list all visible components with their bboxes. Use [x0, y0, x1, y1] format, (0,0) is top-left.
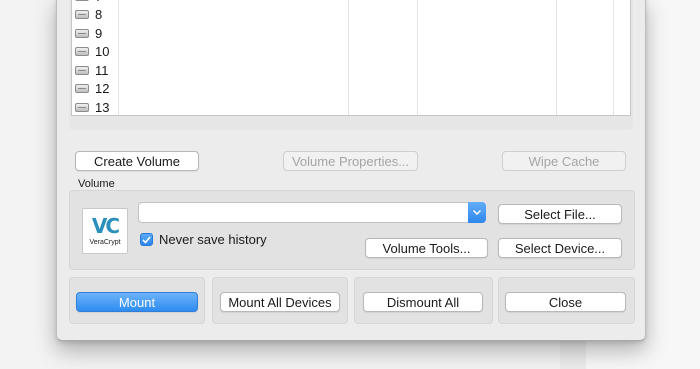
drive-icon: [75, 65, 89, 75]
column-separator: [118, 0, 119, 115]
chevron-down-icon[interactable]: [468, 202, 486, 223]
volume-list[interactable]: 7 8 9 10 11 12 13: [71, 0, 631, 116]
veracrypt-logo: VC VeraCrypt: [82, 208, 128, 254]
drive-letter-label: 12: [95, 81, 110, 97]
create-volume-button[interactable]: Create Volume: [75, 151, 199, 171]
drive-icon: [75, 102, 89, 112]
never-save-history-checkbox[interactable]: [140, 233, 153, 246]
volume-list-row[interactable]: 9: [72, 24, 102, 43]
drive-icon: [75, 84, 89, 94]
drive-letter-label: 10: [95, 44, 110, 60]
drive-letter-label: 13: [95, 99, 110, 115]
drive-icon: [75, 28, 89, 38]
column-separator: [417, 0, 418, 115]
never-save-history-checkbox-row[interactable]: Never save history: [140, 232, 267, 247]
volume-list-row[interactable]: 8: [72, 6, 102, 25]
select-device-button[interactable]: Select Device...: [498, 238, 622, 258]
drive-letter-label: 8: [95, 7, 103, 23]
drive-icon: [75, 0, 89, 1]
wipe-cache-button[interactable]: Wipe Cache: [502, 151, 626, 171]
volume-list-row[interactable]: 12: [72, 80, 109, 99]
volume-list-row[interactable]: 11: [72, 61, 109, 80]
veracrypt-logo-mark-icon: VC: [91, 214, 120, 238]
drive-letter-label: 7: [95, 0, 102, 4]
drive-icon: [75, 10, 89, 20]
never-save-history-label: Never save history: [159, 232, 267, 247]
checkmark-icon: [142, 235, 151, 244]
veracrypt-main-window: 7 8 9 10 11 12 13 Create Volume Volume Propert…: [56, 0, 646, 341]
veracrypt-logo-text: VeraCrypt: [89, 239, 121, 246]
select-file-button[interactable]: Select File...: [498, 204, 622, 224]
drive-letter-label: 11: [95, 62, 109, 78]
close-button[interactable]: Close: [505, 292, 626, 312]
drive-icon: [75, 47, 89, 57]
volume-properties-button[interactable]: Volume Properties...: [283, 151, 418, 171]
volume-list-row[interactable]: 10: [72, 43, 109, 62]
mount-all-devices-button[interactable]: Mount All Devices: [220, 292, 340, 312]
volume-path-combobox[interactable]: [138, 202, 486, 223]
column-separator: [613, 0, 614, 115]
column-separator: [348, 0, 349, 115]
volume-group: VC VeraCrypt Select File... Never save h…: [69, 190, 635, 270]
dismount-all-button[interactable]: Dismount All: [363, 292, 483, 312]
drive-letter-label: 9: [95, 25, 103, 41]
column-separator: [556, 0, 557, 115]
volume-section-label: Volume: [78, 178, 115, 190]
volume-list-row[interactable]: 13: [72, 98, 110, 115]
mount-button[interactable]: Mount: [76, 292, 198, 312]
volume-tools-button[interactable]: Volume Tools...: [365, 238, 488, 258]
